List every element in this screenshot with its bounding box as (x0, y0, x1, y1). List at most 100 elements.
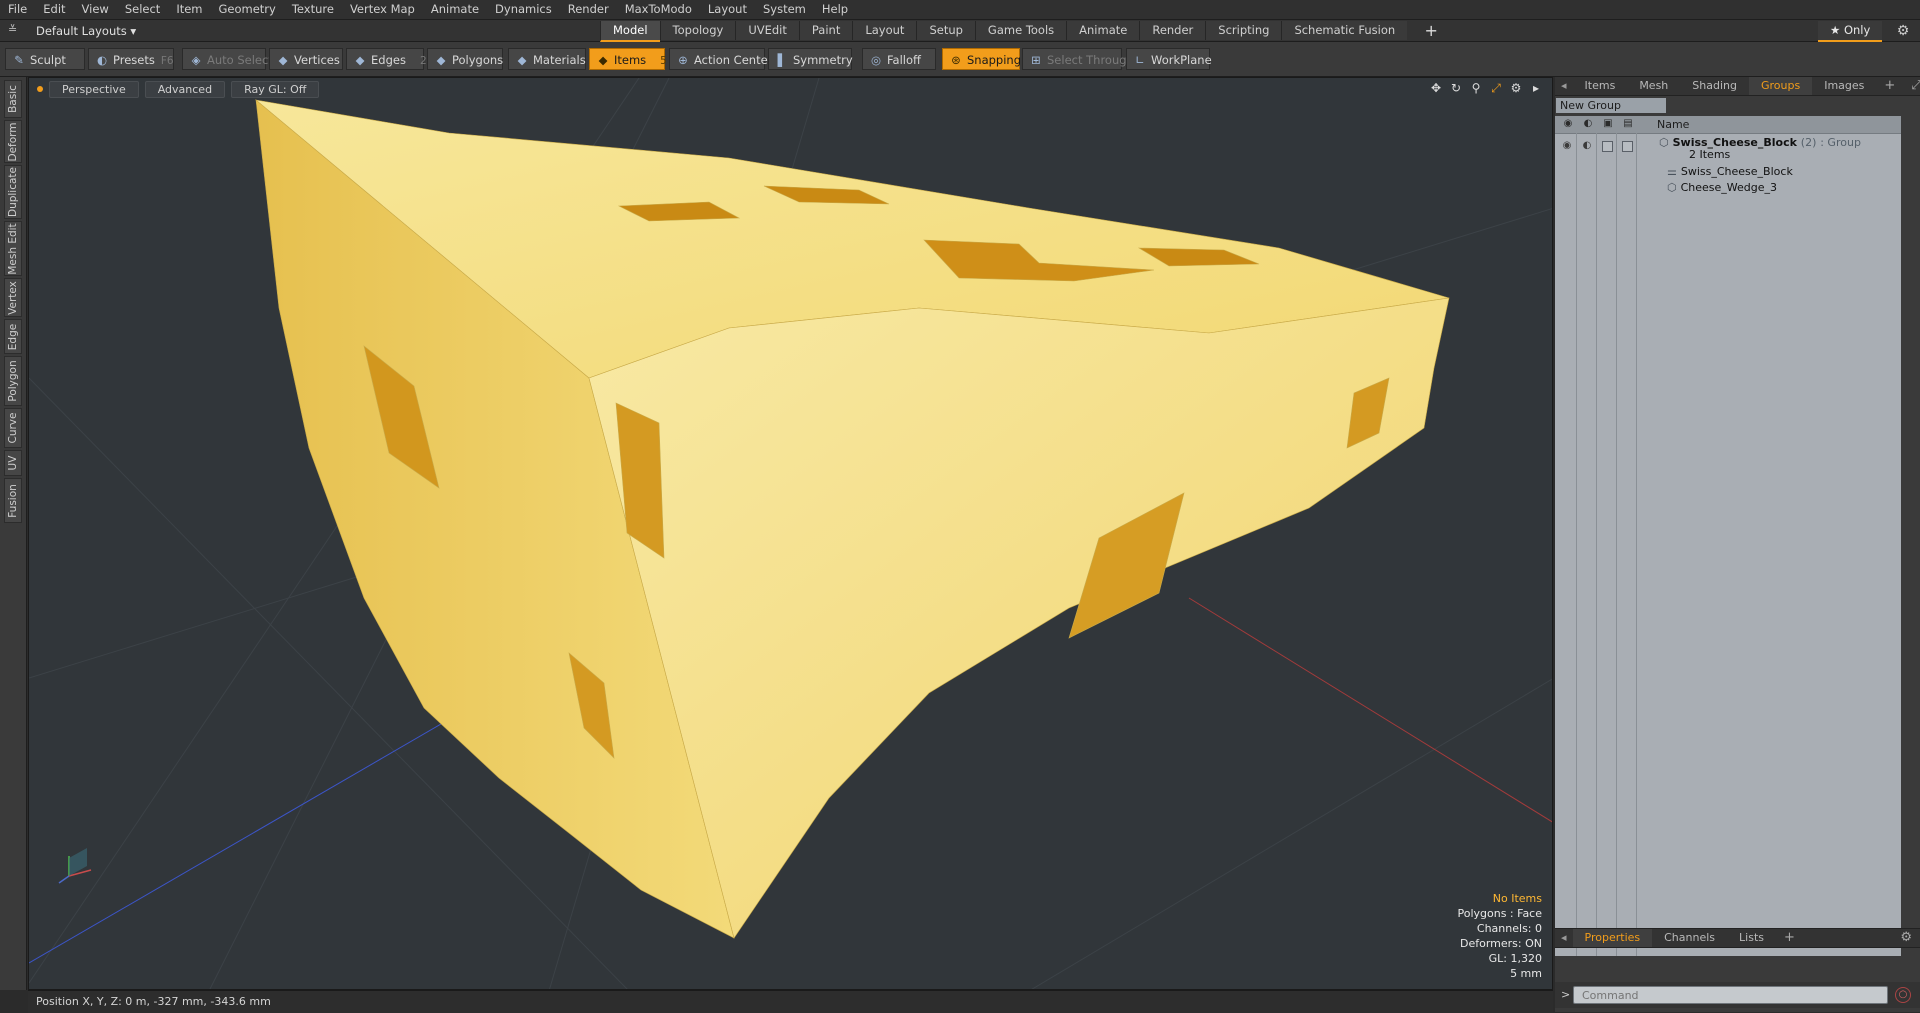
tab-channels[interactable]: Channels (1652, 929, 1727, 947)
properties-menu-icon[interactable]: ◂ (1555, 929, 1573, 947)
tab-animate[interactable]: Animate (1066, 21, 1140, 40)
group-lock-checkbox[interactable] (1602, 141, 1613, 152)
polygons-button[interactable]: ◆ Polygons (427, 48, 503, 70)
tab-game-tools[interactable]: Game Tools (974, 21, 1067, 40)
materials-button[interactable]: ◆ Materials (508, 48, 586, 70)
eye-icon[interactable]: ◉ (1561, 117, 1575, 131)
menu-select[interactable]: Select (117, 0, 168, 19)
zoom-icon[interactable]: ⚲ (1469, 81, 1483, 95)
fit-icon[interactable]: ⤢ (1489, 81, 1503, 95)
only-button[interactable]: ★ Only (1818, 21, 1883, 42)
tab-setup[interactable]: Setup (916, 21, 975, 40)
tab-properties[interactable]: Properties (1572, 929, 1653, 947)
sculpt-button[interactable]: ✎ Sculpt (5, 48, 85, 70)
menu-layout[interactable]: Layout (700, 0, 755, 19)
tab-deform[interactable]: Deform (4, 120, 22, 163)
rotate-icon[interactable]: ↻ (1449, 81, 1463, 95)
tab-lists[interactable]: Lists (1727, 929, 1776, 947)
3d-viewport[interactable]: Perspective Advanced Ray GL: Off ✥ ↻ ⚲ ⤢… (28, 77, 1553, 990)
menu-render[interactable]: Render (560, 0, 617, 19)
snapping-icon: ⊛ (951, 53, 961, 67)
render-icon[interactable]: ◐ (1581, 117, 1595, 131)
viewport-canvas[interactable] (29, 78, 1553, 990)
tab-vertex[interactable]: Vertex (4, 278, 22, 317)
tree-item-swiss-cheese-block[interactable]: ⚌ Swiss_Cheese_Block (1667, 165, 1793, 178)
tab-paint[interactable]: Paint (798, 21, 853, 40)
raygl-toggle[interactable]: Ray GL: Off (231, 81, 320, 98)
group-render-icon[interactable]: ◐ (1581, 140, 1593, 152)
add-tab-button[interactable]: + (1407, 21, 1455, 40)
layout-dropdown[interactable]: Default Layouts ▾ (36, 23, 136, 39)
tab-scripting[interactable]: Scripting (1205, 21, 1282, 40)
tab-duplicate[interactable]: Duplicate (4, 165, 22, 219)
lock-icon[interactable]: ▣ (1601, 117, 1615, 131)
tab-basic[interactable]: Basic (4, 80, 22, 118)
tab-render[interactable]: Render (1139, 21, 1206, 40)
tab-curve[interactable]: Curve (4, 408, 22, 448)
action-center-button[interactable]: ⊕ Action Center (669, 48, 772, 70)
menu-maxtomodo[interactable]: MaxToModo (617, 0, 700, 19)
shading-dropdown[interactable]: Advanced (144, 81, 226, 98)
symmetry-button[interactable]: ▌ Symmetry (768, 48, 853, 70)
pan-icon[interactable]: ✥ (1429, 81, 1443, 95)
tab-edge[interactable]: Edge (4, 319, 22, 354)
tab-schematic-fusion[interactable]: Schematic Fusion (1281, 21, 1408, 40)
menu-file[interactable]: File (0, 0, 35, 19)
collapse-icon[interactable]: ≚ (8, 23, 17, 36)
clear-command-icon[interactable]: ○ (1895, 987, 1911, 1003)
new-group-button[interactable]: New Group (1556, 98, 1666, 113)
tab-polygon[interactable]: Polygon (4, 356, 22, 406)
tab-model[interactable]: Model (600, 21, 660, 42)
tab-images[interactable]: Images (1812, 77, 1876, 95)
select-icon[interactable]: ▤ (1621, 117, 1635, 131)
tab-topology[interactable]: Topology (659, 21, 736, 40)
layout-bar: ≚ Default Layouts ▾ Model Topology UVEdi… (0, 20, 1920, 42)
auto-select-button[interactable]: ◈ Auto Select (182, 48, 273, 70)
workplane-button[interactable]: ∟ WorkPlane (1126, 48, 1212, 70)
group-visibility-icon[interactable]: ◉ (1561, 140, 1573, 152)
tab-uvedit[interactable]: UVEdit (735, 21, 799, 40)
view-mode-dropdown[interactable]: Perspective (49, 81, 139, 98)
viewport-menu-icon[interactable] (37, 86, 43, 92)
viewport-settings-icon[interactable]: ⚙ (1509, 81, 1523, 95)
tab-mesh-edit[interactable]: Mesh Edit (4, 221, 22, 276)
edges-button[interactable]: ◆ Edges 2 (346, 48, 427, 70)
presets-button[interactable]: ◐ Presets F6 (88, 48, 174, 70)
viewport-stats: No Items Polygons : Face Channels: 0 Def… (1457, 891, 1542, 981)
menu-dynamics[interactable]: Dynamics (487, 0, 560, 19)
properties-settings-icon[interactable]: ⚙ (1892, 929, 1920, 947)
group-select-checkbox[interactable] (1622, 141, 1633, 152)
tab-layout[interactable]: Layout (852, 21, 917, 40)
command-input[interactable] (1573, 986, 1888, 1004)
menu-help[interactable]: Help (814, 0, 856, 19)
menu-edit[interactable]: Edit (35, 0, 73, 19)
add-properties-tab-button[interactable]: + (1776, 929, 1803, 947)
menu-geometry[interactable]: Geometry (211, 0, 284, 19)
panel-expand-icon[interactable]: ⤢ (1903, 77, 1920, 95)
select-through-button[interactable]: ⊞ Select Through (1022, 48, 1134, 70)
tab-shading[interactable]: Shading (1680, 77, 1749, 95)
tab-groups[interactable]: Groups (1748, 77, 1813, 95)
add-panel-tab-button[interactable]: + (1876, 77, 1903, 95)
panel-menu-icon[interactable]: ◂ (1555, 77, 1573, 95)
tab-fusion[interactable]: Fusion (4, 478, 22, 523)
items-button[interactable]: ◆ Items 5 (589, 48, 667, 70)
expand-arrow-icon[interactable]: ▸ (1529, 81, 1543, 95)
menu-item[interactable]: Item (168, 0, 210, 19)
menu-texture[interactable]: Texture (284, 0, 342, 19)
gear-icon[interactable]: ⚙ (1894, 22, 1912, 40)
tab-mesh-ops[interactable]: Mesh Ops (1627, 77, 1680, 110)
tree-item-cheese-wedge[interactable]: ⬡ Cheese_Wedge_3 (1667, 181, 1777, 194)
vertices-button[interactable]: ◆Vertices1 (269, 48, 353, 70)
tab-uv[interactable]: UV (4, 450, 22, 476)
symmetry-icon: ▌ (777, 53, 787, 67)
snapping-button[interactable]: ⊛ Snapping (942, 48, 1021, 70)
falloff-button[interactable]: ◎ Falloff (862, 48, 936, 70)
menu-view[interactable]: View (74, 0, 117, 19)
menu-vertex-map[interactable]: Vertex Map (342, 0, 423, 19)
tab-items[interactable]: Items (1573, 77, 1628, 95)
cheese-model (254, 99, 1450, 939)
menu-system[interactable]: System (755, 0, 814, 19)
menu-animate[interactable]: Animate (423, 0, 487, 19)
menu-bar: File Edit View Select Item Geometry Texture Ver… (0, 0, 1920, 20)
